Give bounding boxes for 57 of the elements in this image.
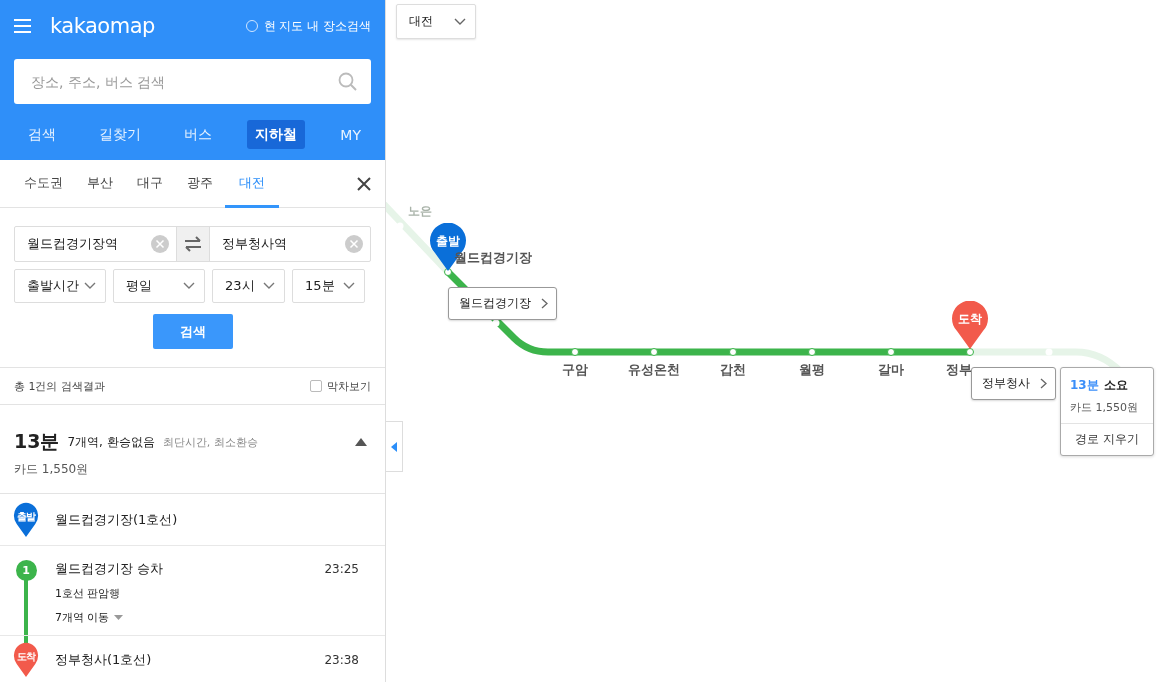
region-tab[interactable]: 대구 <box>125 160 175 208</box>
last-train-label[interactable]: 막차보기 <box>327 378 371 394</box>
region-tab[interactable]: 수도권 <box>12 160 75 208</box>
line-badge: 1 <box>15 560 37 581</box>
arrival-pin: 도착 <box>13 642 39 677</box>
info-label: 소요 <box>1103 377 1128 394</box>
chevron-down-icon[interactable] <box>183 282 195 290</box>
menu-icon[interactable] <box>14 19 31 33</box>
step-title: 월드컵경기장(1호선) <box>55 510 179 529</box>
info-duration: 13분 <box>1070 377 1099 394</box>
dropdown[interactable]: 평일 <box>113 269 205 303</box>
route-tags: 최단시간, 최소환승 <box>162 434 258 450</box>
stops-toggle[interactable]: 7개역 이동 <box>55 610 110 625</box>
step-time: 23:38 <box>324 652 359 667</box>
chevron-down-icon[interactable] <box>343 282 355 290</box>
clear-route-button[interactable]: 경로 지우기 <box>1061 424 1153 455</box>
route-fare: 카드 1,550원 <box>14 461 90 478</box>
station-label[interactable]: 정부 <box>946 361 972 379</box>
station-label: 월드컵경기장 <box>454 249 532 267</box>
station-label[interactable]: 유성온천 <box>628 361 680 379</box>
caret-icon[interactable] <box>113 615 123 620</box>
station-label[interactable]: 갑천 <box>720 361 746 379</box>
step-time: 23:25 <box>324 562 359 576</box>
station-callout[interactable]: 월드컵경기장 <box>448 287 557 320</box>
dropdown[interactable]: 23시 <box>212 269 285 303</box>
dropdown[interactable]: 15분 <box>292 269 365 303</box>
station-callout[interactable]: 정부청사 <box>971 367 1056 400</box>
info-fare: 카드 1,550원 <box>1061 394 1153 424</box>
search-input[interactable]: 장소, 주소, 버스 검색 <box>29 72 338 91</box>
station-label[interactable]: 갈마 <box>878 361 904 379</box>
chevron-right-icon[interactable] <box>1040 378 1047 389</box>
chevron-down-icon[interactable] <box>454 17 466 26</box>
route-summary: 7개역, 환승없음 <box>67 433 155 451</box>
panel-toggle[interactable] <box>386 421 403 472</box>
checkbox[interactable] <box>310 380 322 392</box>
chevron-down-icon[interactable] <box>84 282 96 290</box>
collapse-icon[interactable] <box>355 438 367 446</box>
route-duration: 13분 <box>14 429 60 454</box>
step-detail: 1호선 판암행 <box>55 586 122 601</box>
search-field[interactable]: 장소, 주소, 버스 검색 <box>14 59 371 104</box>
nav-tab[interactable]: 지하철 <box>247 120 306 149</box>
result-count: 총 1건의 검색결과 <box>14 378 105 394</box>
close-icon[interactable] <box>357 176 371 191</box>
chevron-down-icon[interactable] <box>263 282 275 290</box>
region-tab[interactable]: 부산 <box>75 160 125 208</box>
station-label: 노은 <box>408 203 432 220</box>
departure-pin: 출발 <box>13 502 39 537</box>
region-tab[interactable]: 광주 <box>175 160 225 208</box>
region-dropdown[interactable]: 대전 <box>396 4 476 39</box>
chevron-right-icon[interactable] <box>541 298 548 309</box>
arrival-pin: 도착 <box>952 301 988 349</box>
station-label[interactable]: 월평 <box>799 361 825 379</box>
step-title: 정부청사(1호선) <box>55 650 153 669</box>
triangle-left-icon[interactable] <box>391 441 397 452</box>
station-label[interactable]: 구암 <box>562 361 588 379</box>
dropdown[interactable]: 출발시간 <box>14 269 106 303</box>
step-title: 월드컵경기장 승차 <box>55 560 165 578</box>
